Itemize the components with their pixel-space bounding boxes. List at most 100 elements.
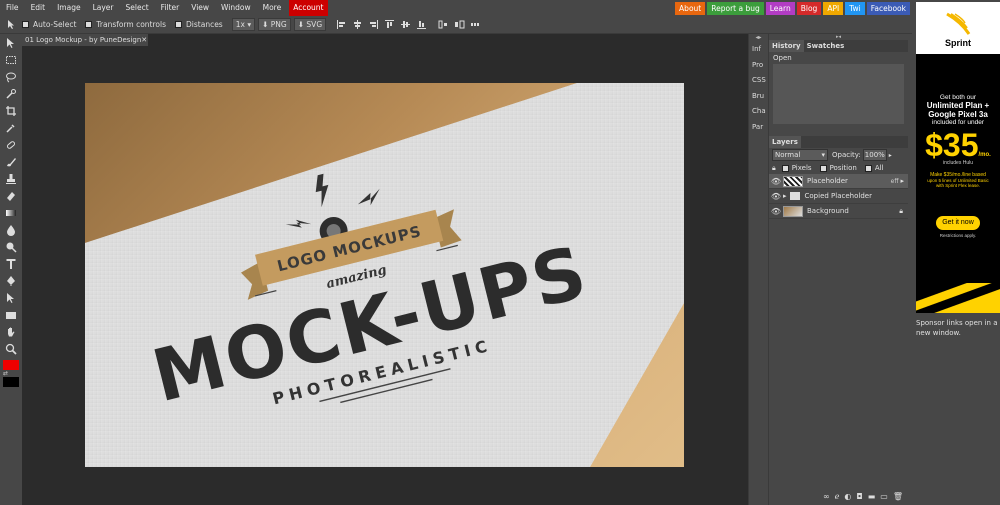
align-right-icon[interactable] xyxy=(367,19,379,31)
auto-select-checkbox[interactable] xyxy=(22,21,29,28)
download-icon: ⬇ xyxy=(297,20,305,29)
distances-option[interactable]: Distances xyxy=(175,20,223,29)
eraser-tool-icon[interactable] xyxy=(0,187,22,204)
account-button[interactable]: Account xyxy=(289,0,328,16)
tab-history[interactable]: History xyxy=(769,40,804,52)
menu-image[interactable]: Image xyxy=(51,0,87,16)
opacity-arrow-icon[interactable]: ▸ xyxy=(889,152,892,159)
new-layer-icon[interactable]: ▭ xyxy=(880,492,888,501)
adjustment-icon[interactable]: ◐ xyxy=(844,492,851,501)
api-link[interactable]: API xyxy=(823,1,844,15)
distances-checkbox[interactable] xyxy=(175,21,183,28)
facebook-link[interactable]: Facebook xyxy=(866,1,910,15)
menu-layer[interactable]: Layer xyxy=(87,0,120,16)
panel-css[interactable]: CSS xyxy=(749,73,768,89)
align-bottom-icon[interactable] xyxy=(415,19,427,31)
ad-cta-button[interactable]: Get it now xyxy=(936,216,980,230)
brush-tool-icon[interactable] xyxy=(0,153,22,170)
menu-window[interactable]: Window xyxy=(215,0,257,16)
transform-controls-checkbox[interactable] xyxy=(85,21,93,28)
align-top-icon[interactable] xyxy=(383,19,395,31)
opacity-input[interactable]: 100% xyxy=(862,149,887,161)
gradient-tool-icon[interactable] xyxy=(0,204,22,221)
menu-file[interactable]: File xyxy=(0,0,25,16)
document-tab[interactable]: 01 Logo Mockup - by PuneDesign ✕ xyxy=(22,34,148,46)
layer-row-copied-placeholder[interactable]: 👁︎ ▸ Copied Placeholder xyxy=(769,189,908,204)
align-middle-icon[interactable] xyxy=(399,19,411,31)
panel-character[interactable]: Cha xyxy=(749,104,768,120)
distribute-right-icon[interactable] xyxy=(469,19,481,31)
visibility-eye-icon[interactable]: 👁︎ xyxy=(769,177,783,186)
shape-tool-icon[interactable] xyxy=(0,306,22,323)
tab-swatches[interactable]: Swatches xyxy=(804,40,848,52)
lasso-tool-icon[interactable] xyxy=(0,68,22,85)
panel-info[interactable]: Inf xyxy=(749,42,768,58)
zoom-tool-icon[interactable] xyxy=(0,340,22,357)
quick-select-tool-icon[interactable] xyxy=(0,85,22,102)
expand-arrows-icon[interactable]: ◂▸ xyxy=(749,34,768,42)
export-svg-button[interactable]: ⬇ SVG xyxy=(293,18,327,31)
blog-link[interactable]: Blog xyxy=(796,1,822,15)
visibility-eye-icon[interactable]: 👁︎ xyxy=(769,207,783,216)
ad-line4: included for under xyxy=(931,119,985,126)
learn-link[interactable]: Learn xyxy=(765,1,795,15)
panel-paragraph[interactable]: Par xyxy=(749,120,768,136)
about-link[interactable]: About xyxy=(675,1,706,15)
layer-effects-icon[interactable]: ℯ xyxy=(835,492,840,501)
new-folder-icon[interactable]: ▬ xyxy=(868,492,876,501)
lock-pixels-checkbox[interactable] xyxy=(781,164,789,172)
distribute-left-icon[interactable] xyxy=(437,19,449,31)
close-tab-icon[interactable]: ✕ xyxy=(141,36,147,44)
panel-properties[interactable]: Pro xyxy=(749,58,768,74)
menu-filter[interactable]: Filter xyxy=(155,0,186,16)
blend-mode-select[interactable]: Normal ▾ xyxy=(772,149,828,161)
layer-row-placeholder[interactable]: 👁︎ Placeholder eff ▸ xyxy=(769,174,908,189)
lock-all-checkbox[interactable] xyxy=(864,164,872,172)
menu-edit[interactable]: Edit xyxy=(25,0,52,16)
expand-effects-icon[interactable]: ▸ xyxy=(900,177,904,185)
layers-footer: ∞ ℯ ◐ ◘ ▬ ▭ 🗑︎ xyxy=(769,489,909,503)
background-color-swatch[interactable] xyxy=(3,377,19,387)
link-layers-icon[interactable]: ∞ xyxy=(823,492,830,501)
eyedropper-tool-icon[interactable] xyxy=(0,119,22,136)
align-center-h-icon[interactable] xyxy=(351,19,363,31)
effects-badge[interactable]: eff xyxy=(891,178,899,185)
align-left-icon[interactable] xyxy=(335,19,347,31)
menu-select[interactable]: Select xyxy=(120,0,155,16)
type-tool-icon[interactable] xyxy=(0,255,22,272)
visibility-eye-icon[interactable]: 👁︎ xyxy=(769,192,783,201)
report-bug-link[interactable]: Report a bug xyxy=(707,1,764,15)
layer-row-background[interactable]: 👁︎ Background 🔒︎ xyxy=(769,204,908,219)
ad-brand: Sprint xyxy=(945,38,971,48)
transform-controls-option[interactable]: Transform controls xyxy=(85,20,166,29)
mask-icon[interactable]: ◘ xyxy=(856,492,862,501)
menu-view[interactable]: View xyxy=(185,0,215,16)
distribute-center-icon[interactable] xyxy=(453,19,465,31)
crop-tool-icon[interactable] xyxy=(0,102,22,119)
dodge-tool-icon[interactable] xyxy=(0,238,22,255)
lock-position-checkbox[interactable] xyxy=(819,164,827,172)
spot-heal-tool-icon[interactable] xyxy=(0,136,22,153)
tab-layers[interactable]: Layers xyxy=(769,136,801,148)
foreground-color-swatch[interactable] xyxy=(3,360,19,370)
move-tool-icon[interactable] xyxy=(0,34,22,51)
sprint-logo-icon xyxy=(916,12,1000,38)
canvas-image[interactable]: LOGO MOCKUPS amazing MOCK-UPS PHOTOREALI… xyxy=(85,83,684,467)
blur-tool-icon[interactable] xyxy=(0,221,22,238)
auto-select-option[interactable]: Auto-Select xyxy=(22,20,76,29)
marquee-tool-icon[interactable] xyxy=(0,51,22,68)
hand-tool-icon[interactable] xyxy=(0,323,22,340)
panel-brush[interactable]: Bru xyxy=(749,89,768,105)
folder-icon xyxy=(789,192,800,200)
export-png-button[interactable]: ⬇ PNG xyxy=(258,18,291,31)
menu-more[interactable]: More xyxy=(257,0,288,16)
twitter-link[interactable]: Twi xyxy=(845,1,865,15)
history-item[interactable]: Open xyxy=(769,52,904,64)
pen-tool-icon[interactable] xyxy=(0,272,22,289)
clone-stamp-tool-icon[interactable] xyxy=(0,170,22,187)
scale-select[interactable]: 1x ▾ xyxy=(231,18,256,31)
path-select-tool-icon[interactable] xyxy=(0,289,22,306)
expand-folder-icon[interactable]: ▸ xyxy=(783,192,787,200)
delete-layer-icon[interactable]: 🗑︎ xyxy=(893,492,903,501)
sprint-ad[interactable]: Sprint Get both our Unlimited Plan + Goo… xyxy=(916,2,1000,313)
